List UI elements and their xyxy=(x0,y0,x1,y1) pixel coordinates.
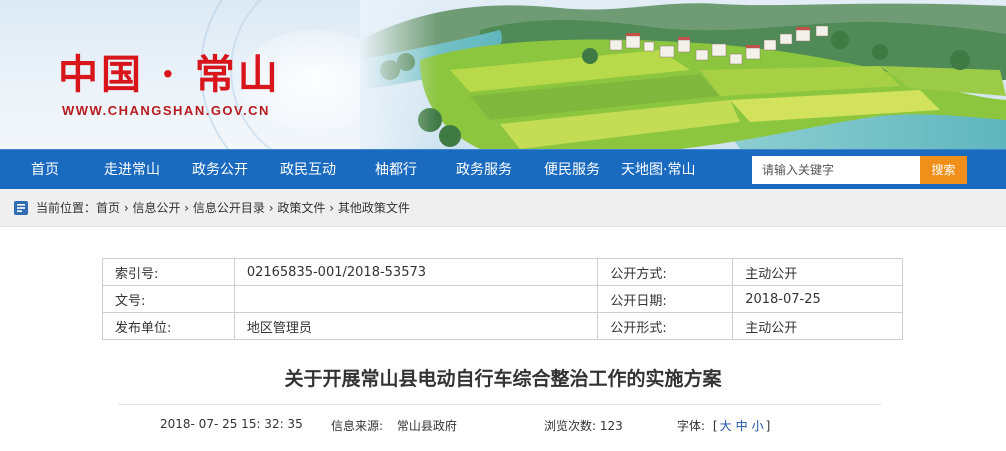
nav-item-government-affairs[interactable]: 政务公开 xyxy=(192,150,248,190)
nav-item-interaction[interactable]: 政民互动 xyxy=(280,150,336,190)
nav-item-youdu[interactable]: 柚都行 xyxy=(375,150,417,190)
header-banner: 中国 · 常山 WWW.CHANGSHAN.GOV.CN xyxy=(0,0,1006,149)
breadcrumb-item[interactable]: 信息公开 xyxy=(132,201,180,215)
docno-label: 文号: xyxy=(102,285,235,313)
table-row: 发布单位: 地区管理员 公开形式: 主动公开 xyxy=(102,312,903,340)
table-row: 文号: 公开日期: 2018-07-25 xyxy=(102,285,903,313)
article-title: 关于开展常山县电动自行车综合整治工作的实施方案 xyxy=(284,368,722,390)
index-label: 索引号: xyxy=(102,258,235,286)
nav-item-home[interactable]: 首页 xyxy=(31,150,59,190)
method-label: 公开方式: xyxy=(597,258,734,286)
method-value: 主动公开 xyxy=(732,258,903,286)
source-value: 常山县政府 xyxy=(396,419,457,433)
font-small-button[interactable]: 小 xyxy=(752,419,764,433)
views-info: 浏览次数: 123 xyxy=(544,417,623,434)
font-medium-button[interactable]: 中 xyxy=(736,419,748,433)
publish-datetime: 2018- 07- 25 15: 32: 35 xyxy=(160,417,303,431)
views-count: 123 xyxy=(599,419,623,433)
bracket-open: [ xyxy=(712,419,718,433)
breadcrumb: 当前位置：首页 › 信息公开 › 信息公开目录 › 政策文件 › 其他政策文件 xyxy=(36,189,410,227)
breadcrumb-item[interactable]: 首页 xyxy=(96,201,120,215)
location-icon xyxy=(14,201,28,215)
publisher-value: 地区管理员 xyxy=(233,312,599,340)
breadcrumb-separator: › xyxy=(120,201,133,215)
nav-item-public-services[interactable]: 便民服务 xyxy=(544,150,600,190)
form-value: 主动公开 xyxy=(732,312,903,340)
source-info: 信息来源: 常山县政府 xyxy=(331,417,457,434)
nav-item-map[interactable]: 天地图·常山 xyxy=(621,150,695,190)
breadcrumb-item[interactable]: 信息公开目录 xyxy=(193,201,265,215)
landscape-banner-image xyxy=(360,0,1006,149)
docno-value xyxy=(233,285,599,313)
breadcrumb-separator: › xyxy=(180,201,193,215)
search-button[interactable]: 搜索 xyxy=(920,156,967,184)
font-size-controls: 字体: [大中小] xyxy=(677,417,770,434)
form-label: 公开形式: xyxy=(597,312,734,340)
bracket-close: ] xyxy=(765,419,771,433)
site-title: 中国 · 常山 xyxy=(58,51,281,98)
font-large-button[interactable]: 大 xyxy=(720,419,732,433)
breadcrumb-item[interactable]: 政策文件 xyxy=(277,201,325,215)
breadcrumb-separator: › xyxy=(325,201,338,215)
breadcrumb-separator: › xyxy=(264,201,278,215)
nav-item-services[interactable]: 政务服务 xyxy=(456,150,512,190)
font-size-label: 字体: xyxy=(677,419,706,433)
search-input[interactable] xyxy=(752,156,920,184)
breadcrumb-prefix: 当前位置： xyxy=(36,201,97,215)
date-value: 2018-07-25 xyxy=(732,285,903,313)
site-url: WWW.CHANGSHAN.GOV.CN xyxy=(62,103,270,118)
table-row: 索引号: 02165835-001/2018-53573 公开方式: 主动公开 xyxy=(102,258,903,286)
breadcrumb-item[interactable]: 其他政策文件 xyxy=(338,201,410,215)
divider xyxy=(118,404,881,405)
document-meta-table: 索引号: 02165835-001/2018-53573 公开方式: 主动公开 … xyxy=(102,258,903,340)
breadcrumb-bar: 当前位置：首页 › 信息公开 › 信息公开目录 › 政策文件 › 其他政策文件 xyxy=(0,189,1006,227)
source-label: 信息来源: xyxy=(331,419,384,433)
publisher-label: 发布单位: xyxy=(102,312,235,340)
views-label: 浏览次数: xyxy=(544,419,597,433)
date-label: 公开日期: xyxy=(597,285,734,313)
main-nav: 首页 走进常山 政务公开 政民互动 柚都行 政务服务 便民服务 天地图·常山 搜… xyxy=(0,149,1006,189)
index-value: 02165835-001/2018-53573 xyxy=(233,258,599,286)
nav-item-about[interactable]: 走进常山 xyxy=(104,150,160,190)
